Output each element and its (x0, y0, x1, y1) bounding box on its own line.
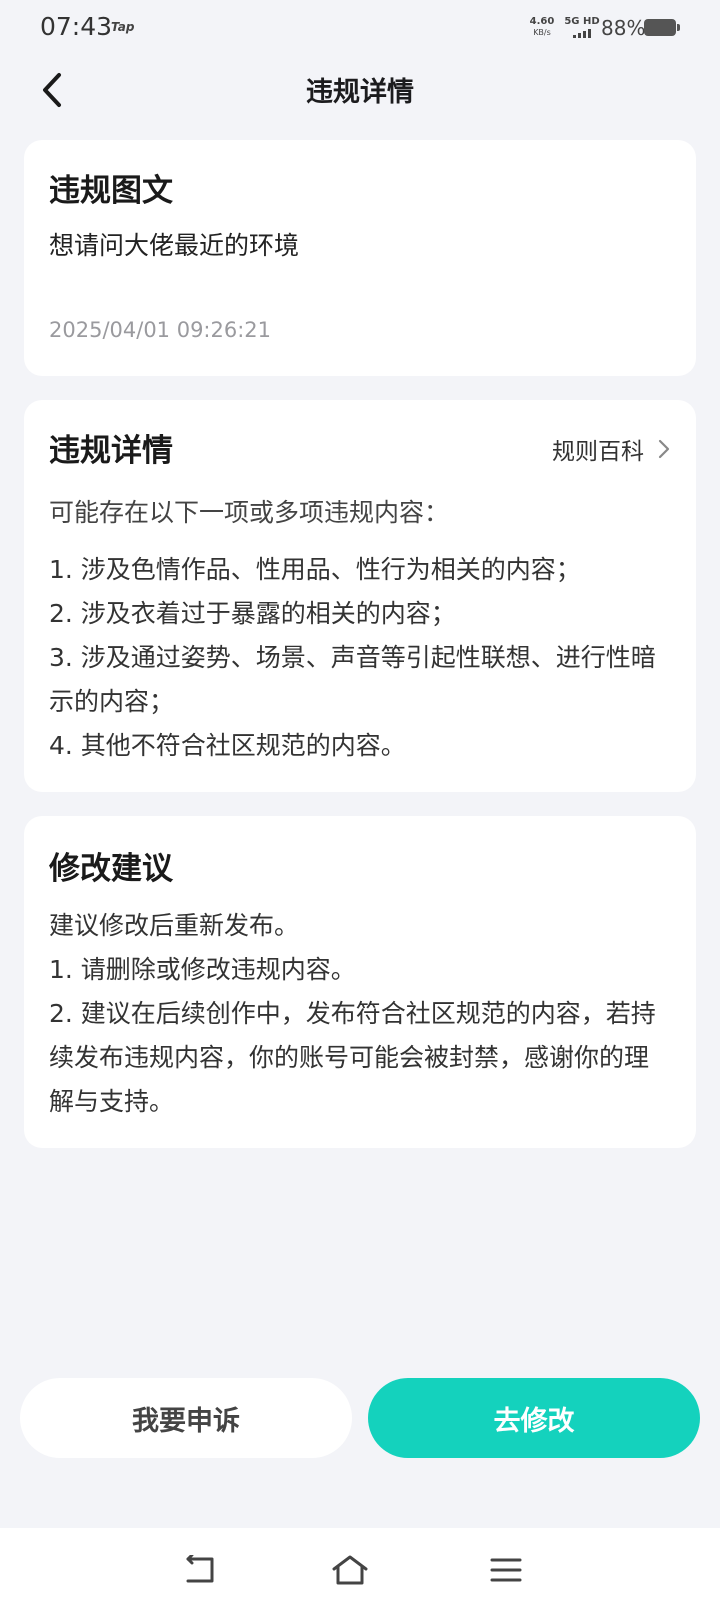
menu-icon (490, 1558, 522, 1582)
violation-post-timestamp: 2025/04/01 09:26:21 (49, 318, 272, 342)
suggestion-line: 2. 建议在后续创作中，发布符合社区规范的内容，若持续发布违规内容，你的账号可能… (49, 999, 656, 1116)
network-type: 5G HD (564, 16, 600, 27)
suggestion-title: 修改建议 (49, 851, 173, 887)
modify-button[interactable]: 去修改 (368, 1378, 700, 1458)
system-home-button[interactable] (328, 1548, 372, 1592)
violation-intro: 可能存在以下一项或多项违规内容： (49, 498, 450, 527)
suggestion-card: 修改建议 建议修改后重新发布。 1. 请删除或修改违规内容。 2. 建议在后续创… (24, 816, 696, 1148)
network-speed-unit: KB/s (533, 28, 551, 37)
tap-app-icon: Tap (111, 20, 135, 34)
violation-post-card: 违规图文 想请问大佬最近的环境 2025/04/01 09:26:21 (24, 140, 696, 376)
back-arrow-icon (186, 1555, 214, 1583)
suggestion-text: 建议修改后重新发布。 1. 请删除或修改违规内容。 2. 建议在后续创作中，发布… (49, 904, 672, 1124)
network-speed-value: 4.60 (529, 16, 555, 27)
rules-encyclopedia-label: 规则百科 (552, 439, 644, 465)
status-time: 07:43 (40, 12, 113, 41)
battery-icon (644, 19, 680, 36)
network-speed: 4.60 KB/s (526, 16, 558, 38)
violation-post-title: 违规图文 (49, 173, 173, 209)
list-item: 4. 其他不符合社区规范的内容。 (49, 731, 406, 760)
system-back-button[interactable] (178, 1548, 222, 1592)
chevron-right-icon (658, 439, 670, 459)
battery-percent: 88% (601, 16, 646, 40)
list-item: 2. 涉及衣着过于暴露的相关的内容； (49, 599, 456, 628)
system-nav-bar (0, 1528, 720, 1612)
violation-details-card: 违规详情 规则百科 可能存在以下一项或多项违规内容： 1. 涉及色情作品、性用品… (24, 400, 696, 792)
suggestion-line: 建议修改后重新发布。 (49, 911, 300, 940)
system-menu-button[interactable] (484, 1548, 528, 1592)
appeal-button[interactable]: 我要申诉 (20, 1378, 352, 1458)
signal-indicator: 5G HD (564, 16, 600, 38)
status-bar: 07:43 Tap 4.60 KB/s 5G HD 88% (0, 0, 720, 56)
list-item: 1. 涉及色情作品、性用品、性行为相关的内容； (49, 555, 581, 584)
nav-bar: 违规详情 (0, 60, 720, 120)
suggestion-line: 1. 请删除或修改违规内容。 (49, 955, 356, 984)
home-icon (332, 1555, 368, 1585)
violation-post-body: 想请问大佬最近的环境 (49, 231, 300, 260)
signal-bars-icon (564, 28, 600, 38)
violation-list: 1. 涉及色情作品、性用品、性行为相关的内容； 2. 涉及衣着过于暴露的相关的内… (49, 548, 672, 768)
rules-encyclopedia-link[interactable]: 规则百科 (552, 432, 670, 466)
violation-details-title: 违规详情 (49, 433, 173, 469)
list-item: 3. 涉及通过姿势、场景、声音等引起性联想、进行性暗示的内容； (49, 643, 656, 716)
page-title: 违规详情 (306, 77, 414, 108)
